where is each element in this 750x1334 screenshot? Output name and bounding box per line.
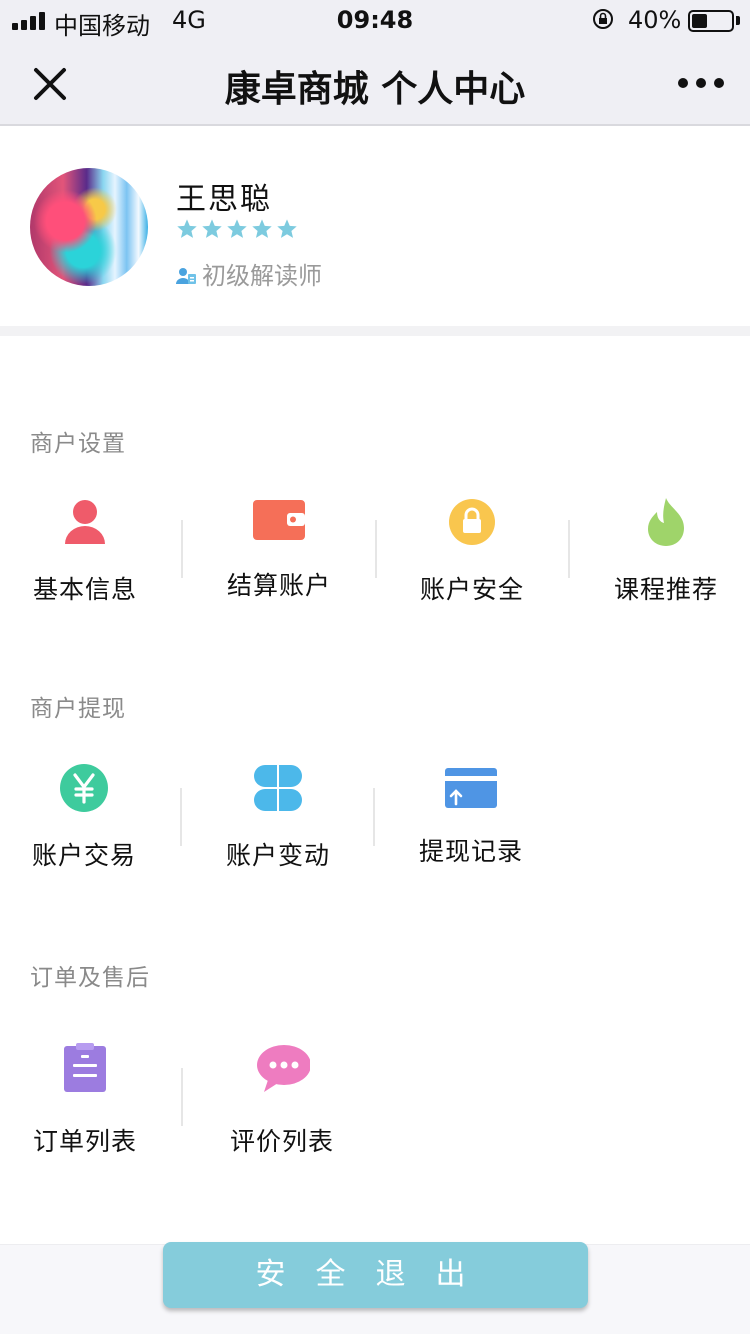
- battery-cap: [736, 16, 740, 25]
- user-role-label: 初级解读师: [202, 262, 322, 290]
- user-badge-icon: [176, 268, 196, 284]
- user-role: 初级解读师: [176, 256, 322, 291]
- divider: [181, 1068, 183, 1126]
- battery-fill: [692, 14, 707, 28]
- star-icon: [227, 219, 247, 238]
- menu-item-label: 账户安全: [419, 575, 524, 604]
- menu-item-account-transactions[interactable]: 账户交易: [0, 762, 181, 892]
- lock-icon: [449, 499, 495, 545]
- wallet-icon: [253, 500, 305, 540]
- user-name: 王思聪: [176, 182, 272, 217]
- user-icon: [65, 500, 105, 544]
- battery-icon: [688, 10, 734, 32]
- profile-card: 王思聪 初级解读师: [0, 128, 750, 326]
- menu-item-account-changes[interactable]: 账户变动: [181, 762, 375, 892]
- logout-button[interactable]: 安全退出: [163, 1242, 588, 1308]
- menu-item-label: 基本信息: [32, 575, 137, 604]
- menu-item-label: 课程推荐: [613, 575, 718, 604]
- card-upload-icon: [445, 768, 497, 808]
- rotation-lock-icon: [593, 9, 613, 29]
- menu-item-basic-info[interactable]: 基本信息: [0, 496, 182, 626]
- more-icon[interactable]: [676, 76, 726, 90]
- comment-icon: [257, 1045, 310, 1092]
- star-icon: [202, 219, 222, 238]
- yen-icon: [60, 764, 108, 812]
- star-icon: [252, 219, 272, 238]
- divider: [0, 326, 750, 336]
- menu-item-label: 结算账户: [226, 571, 331, 600]
- clover-icon: [254, 765, 302, 811]
- avatar[interactable]: [30, 168, 148, 286]
- menu-item-label: 评价列表: [229, 1127, 334, 1156]
- section-title-merchant-settings: 商户设置: [30, 431, 126, 457]
- rating-stars: [176, 218, 301, 242]
- menu-item-review-list[interactable]: 评价列表: [185, 1042, 379, 1172]
- menu-item-account-security[interactable]: 账户安全: [375, 496, 569, 626]
- menu-item-label: 账户变动: [225, 841, 330, 870]
- clipboard-icon: [64, 1043, 106, 1092]
- section-title-merchant-withdraw: 商户提现: [30, 696, 126, 722]
- section-title-orders-after-sales: 订单及售后: [30, 965, 150, 991]
- menu-item-order-list[interactable]: 订单列表: [0, 1042, 182, 1172]
- menu-item-label: 账户交易: [31, 841, 136, 870]
- menu-item-withdraw-records[interactable]: 提现记录: [374, 762, 568, 892]
- menu-item-label: 订单列表: [32, 1127, 137, 1156]
- status-bar: 中国移动 4G 09:48 40%: [0, 0, 750, 42]
- star-icon: [277, 219, 297, 238]
- menu-item-label: 提现记录: [418, 837, 523, 866]
- battery-percent: 40%: [628, 6, 682, 34]
- page-title: 康卓商城 个人中心: [224, 69, 526, 110]
- menu-item-course-recommend[interactable]: 课程推荐: [569, 496, 750, 626]
- star-icon: [177, 219, 197, 238]
- menu-item-settlement-account[interactable]: 结算账户: [182, 496, 376, 626]
- flame-icon: [648, 498, 684, 546]
- nav-bar: 康卓商城 个人中心: [0, 42, 750, 126]
